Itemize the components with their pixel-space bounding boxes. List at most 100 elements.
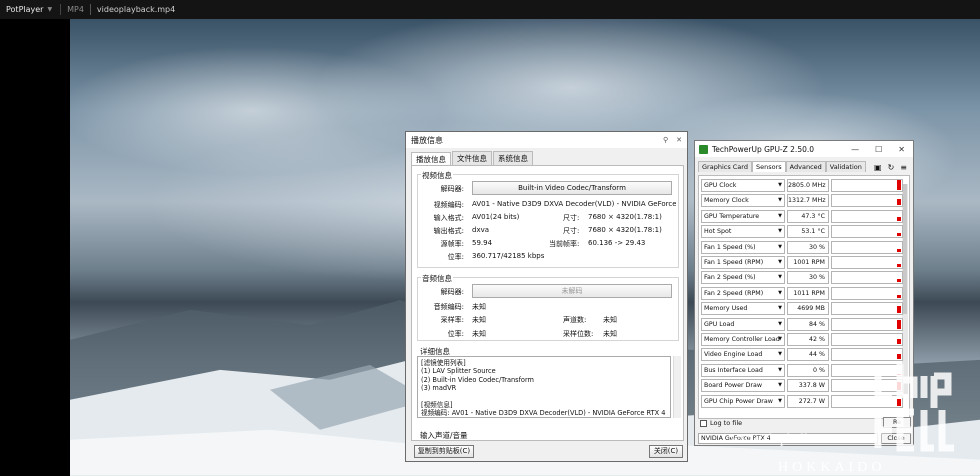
detail-scrollbar[interactable] — [673, 356, 681, 418]
sensor-name: Hot Spot — [704, 228, 732, 236]
sensor-name: GPU Load — [704, 320, 735, 328]
pin-icon[interactable]: ⚲ — [663, 136, 668, 144]
sensor-row: Fan 2 Speed (%) ▼ 30 % — [701, 271, 907, 285]
sensor-graph — [831, 286, 903, 300]
close-icon[interactable]: ✕ — [676, 136, 682, 144]
input-size-value: 7680 × 4320(1.78:1) — [588, 213, 662, 221]
input-format-value: AV01(24 bits) — [472, 213, 520, 221]
close-icon[interactable]: ✕ — [898, 145, 905, 154]
sample-rate-label: 采样率: — [440, 316, 464, 324]
sensor-name-dropdown[interactable]: Board Power Draw ▼ — [701, 379, 785, 393]
copy-to-clipboard-button[interactable]: 复制到剪贴板(C) — [414, 445, 474, 458]
tab-graphics-card[interactable]: Graphics Card — [698, 161, 752, 172]
tab-file-info[interactable]: 文件信息 — [452, 151, 492, 165]
camera-icon[interactable]: ▣ — [874, 163, 882, 172]
video-codec-value: AV01 - Native D3D9 DXVA Decoder(VLD) - N… — [472, 200, 676, 208]
output-size-value: 7680 × 4320(1.78:1) — [588, 226, 662, 234]
sensor-level-bar — [897, 279, 901, 283]
tab-validation[interactable]: Validation — [825, 161, 866, 172]
detail-info-box[interactable]: [滤镜使用列表] (1) LAV Splitter Source (2) Bui… — [417, 356, 671, 418]
sensor-value: 1011 RPM — [787, 286, 829, 300]
sensor-level-bar — [897, 319, 901, 329]
sensor-value: 272.7 W — [787, 394, 829, 408]
sensor-name-dropdown[interactable]: Fan 2 Speed (RPM) ▼ — [701, 286, 785, 300]
sensor-name-dropdown[interactable]: GPU Load ▼ — [701, 317, 785, 331]
watermark-location: HOKKAIDO — [778, 460, 886, 475]
current-fps-label: 当前帧率: — [549, 240, 580, 248]
sensor-level-bar — [897, 354, 901, 360]
video-codec-label: 视频编码: — [433, 201, 464, 209]
app-menu[interactable]: PotPlayer — [6, 5, 43, 14]
sensor-graph — [831, 240, 903, 254]
source-fps-label: 源帧率: — [440, 240, 464, 248]
log-to-file-checkbox[interactable] — [700, 419, 707, 427]
channels-value: 未知 — [603, 316, 617, 324]
chevron-down-icon[interactable]: ▼ — [47, 6, 52, 13]
sample-bits-value: 未知 — [603, 330, 617, 338]
chevron-down-icon: ▼ — [778, 243, 782, 250]
output-format-label: 输出格式: — [433, 227, 464, 235]
detail-line: (3) madVR — [421, 384, 457, 393]
chevron-down-icon: ▼ — [778, 197, 782, 204]
chevron-down-icon: ▼ — [778, 274, 782, 281]
sensor-name-dropdown[interactable]: Fan 2 Speed (%) ▼ — [701, 271, 785, 285]
sensor-name-dropdown[interactable]: Hot Spot ▼ — [701, 225, 785, 239]
tab-system-info[interactable]: 系统信息 — [493, 151, 533, 165]
sensor-level-bar — [897, 216, 901, 221]
chiphell-logo — [874, 364, 954, 452]
audio-info-group: 音频信息 解码器: 未解码 音频编码: 未知 采样率: 未知 声道数: 未知 位… — [417, 273, 679, 341]
sensor-name-dropdown[interactable]: Video Engine Load ▼ — [701, 348, 785, 362]
sensor-value: 30 % — [787, 271, 829, 285]
sensor-name-dropdown[interactable]: Memory Used ▼ — [701, 302, 785, 316]
sensor-level-bar — [897, 199, 901, 206]
sensor-graph — [831, 209, 903, 223]
divider — [89, 4, 91, 15]
sensor-graph — [831, 333, 903, 346]
sensor-name-dropdown[interactable]: Fan 1 Speed (%) ▼ — [701, 240, 785, 254]
tab-sensors[interactable]: Sensors — [751, 161, 786, 172]
sensor-name: Fan 1 Speed (RPM) — [704, 259, 764, 266]
maximize-icon[interactable]: ☐ — [875, 145, 882, 154]
chevron-down-icon: ▼ — [778, 305, 782, 312]
sensor-name-dropdown[interactable]: Memory Clock ▼ — [701, 194, 785, 208]
audio-decoder-button[interactable]: 未解码 — [472, 284, 672, 298]
chevron-down-icon: ▼ — [778, 228, 782, 235]
input-channel-volume-label: 输入声道/音量 — [420, 431, 468, 440]
sensor-name-dropdown[interactable]: GPU Chip Power Draw ▼ — [701, 394, 785, 408]
sensor-graph — [831, 271, 903, 285]
gpuz-title: TechPowerUp GPU-Z 2.50.0 — [712, 144, 815, 154]
watermark-url: www.chiphell.com — [730, 432, 836, 447]
sensor-name: Board Power Draw — [704, 382, 762, 390]
sample-rate-value: 未知 — [472, 316, 486, 324]
input-format-label: 输入格式: — [433, 214, 464, 222]
minimize-icon[interactable]: — — [851, 145, 859, 154]
sensor-name-dropdown[interactable]: Fan 1 Speed (RPM) ▼ — [701, 256, 785, 269]
sensor-name-dropdown[interactable]: GPU Temperature ▼ — [701, 209, 785, 223]
sensor-name-dropdown[interactable]: Memory Controller Load ▼ — [701, 333, 785, 346]
detail-line: (1) LAV Splitter Source — [421, 367, 496, 376]
audio-bitrate-value: 未知 — [472, 330, 486, 338]
refresh-icon[interactable]: ↻ — [888, 163, 895, 172]
gpuz-titlebar: TechPowerUp GPU-Z 2.50.0 — ☐ ✕ — [695, 141, 913, 157]
gpuz-tabs: Graphics Card Sensors Advanced Validatio… — [695, 161, 913, 172]
chevron-down-icon: ▼ — [778, 382, 782, 389]
dialog-titlebar: 播放信息 ⚲ ✕ — [406, 132, 687, 148]
log-to-file-label: Log to file — [710, 419, 743, 427]
sensor-value: 0 % — [787, 363, 829, 377]
sensor-name-dropdown[interactable]: GPU Clock ▼ — [701, 179, 785, 192]
video-bitrate-label: 位率: — [447, 253, 464, 261]
sensor-level-bar — [897, 264, 901, 267]
sensor-name-dropdown[interactable]: Bus Interface Load ▼ — [701, 363, 785, 377]
menu-icon[interactable]: ≡ — [900, 163, 907, 172]
close-button[interactable]: 关闭(C) — [649, 445, 683, 458]
video-decoder-button[interactable]: Built-in Video Codec/Transform — [472, 181, 672, 195]
log-to-file-row[interactable]: Log to file — [700, 419, 742, 427]
sensor-level-bar — [897, 248, 901, 252]
tab-playback-info[interactable]: 播放信息 — [411, 152, 451, 166]
sensor-name: Fan 2 Speed (%) — [704, 274, 756, 282]
chevron-down-icon: ▼ — [778, 259, 782, 265]
sensor-graph — [831, 179, 903, 192]
sensor-level-bar — [897, 339, 901, 344]
tab-advanced[interactable]: Advanced — [785, 161, 826, 172]
sensor-value: 84 % — [787, 317, 829, 331]
